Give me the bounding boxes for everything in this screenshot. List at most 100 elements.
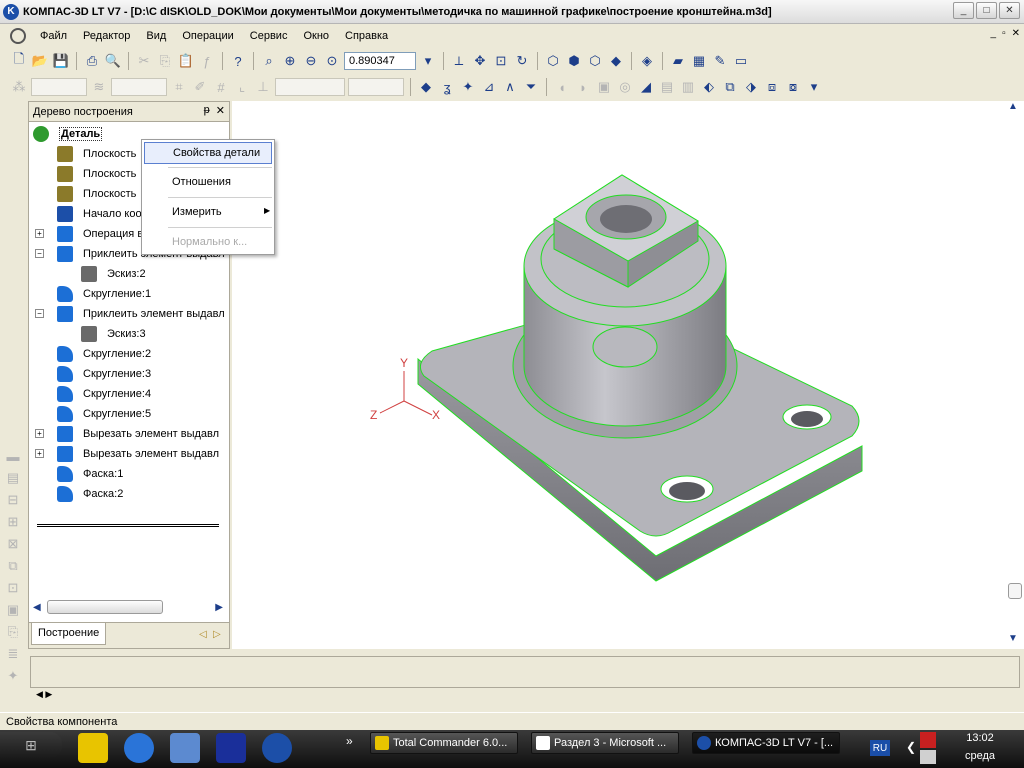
tree-item[interactable]: Скругление:1 xyxy=(57,284,151,304)
geometry-icon[interactable]: ▬ xyxy=(4,447,22,465)
draft-tool-icon[interactable]: ▤ xyxy=(658,78,676,96)
lib-icon[interactable]: ≣ xyxy=(4,645,22,663)
measure-icon[interactable]: ⊿ xyxy=(480,78,498,96)
ctx-relations[interactable]: Отношения xyxy=(144,171,272,193)
scroll-right-icon[interactable]: ▶ xyxy=(215,602,223,613)
spline-icon[interactable]: ʓ xyxy=(438,78,456,96)
select-icon[interactable]: ⊡ xyxy=(4,579,22,597)
quicklaunch-floppy-icon[interactable] xyxy=(216,733,246,763)
zoom-out-icon[interactable]: ⊖ xyxy=(302,52,320,70)
angle-icon[interactable]: ∧ xyxy=(501,78,519,96)
shell-tool-icon[interactable]: ▣ xyxy=(595,78,613,96)
edit-icon[interactable]: ▤ xyxy=(4,469,22,487)
point-icon[interactable]: ⌗ xyxy=(170,78,188,96)
hidden-thin-icon[interactable]: ⬡ xyxy=(586,52,604,70)
perspective-icon[interactable]: ◈ xyxy=(638,52,656,70)
zoom-in-icon[interactable]: ⊕ xyxy=(281,52,299,70)
menu-file[interactable]: Файл xyxy=(32,30,75,42)
section-tool-icon[interactable]: ⧉ xyxy=(721,78,739,96)
boolean-tool-icon[interactable]: ⬗ xyxy=(742,78,760,96)
x-coordinate-field[interactable] xyxy=(275,78,345,96)
measure-panel-icon[interactable]: ⧉ xyxy=(4,557,22,575)
display-mode-icon[interactable]: ▭ xyxy=(732,52,750,70)
menu-help[interactable]: Справка xyxy=(337,30,396,42)
doc-restore-button[interactable]: ▫ xyxy=(1002,28,1006,39)
dimension-icon[interactable]: ⊟ xyxy=(4,491,22,509)
chevron-down-icon[interactable]: ▾ xyxy=(805,78,823,96)
print-icon[interactable]: ⎙ xyxy=(83,52,101,70)
tree-item[interactable]: Деталь xyxy=(33,124,103,144)
maximize-button[interactable]: □ xyxy=(976,2,997,19)
task-word[interactable]: Раздел 3 - Microsoft ... xyxy=(531,732,679,754)
help-pointer-icon[interactable]: ? xyxy=(229,52,247,70)
hidden-lines-icon[interactable]: ⬢ xyxy=(565,52,583,70)
report-icon[interactable]: ⎘ xyxy=(4,623,22,641)
tray-expand-icon[interactable]: ❮ xyxy=(906,740,916,754)
pin-icon[interactable]: ᵽ xyxy=(204,104,210,117)
zoom-scale-icon[interactable]: ⊙ xyxy=(323,52,341,70)
pattern-tool-icon[interactable]: ⧈ xyxy=(763,78,781,96)
doc-minimize-button[interactable]: _ xyxy=(991,28,997,39)
tree-item[interactable]: Плоскость xyxy=(57,144,136,164)
quicklaunch-desktop-icon[interactable] xyxy=(170,733,200,763)
save-icon[interactable]: 💾 xyxy=(52,52,70,70)
tree-item[interactable]: − Приклеить элемент выдавл xyxy=(35,304,225,324)
ctx-measure[interactable]: Измерить xyxy=(144,201,272,223)
new-document-icon[interactable]: 🗋 xyxy=(10,51,28,70)
tree-item[interactable]: Скругление:4 xyxy=(57,384,151,404)
symbol-icon[interactable]: ⊞ xyxy=(4,513,22,531)
fit-all-icon[interactable]: ⊡ xyxy=(492,52,510,70)
tree-item[interactable]: Фаска:1 xyxy=(57,464,123,484)
tree-expander-icon[interactable]: + xyxy=(35,429,44,438)
menu-window[interactable]: Окно xyxy=(295,30,337,42)
tree-item[interactable]: Плоскость xyxy=(57,164,136,184)
tree-item[interactable]: Эскиз:3 xyxy=(81,324,146,344)
menu-view[interactable]: Вид xyxy=(138,30,174,42)
cut-icon[interactable]: ✂ xyxy=(135,52,153,70)
part-properties-icon[interactable]: ▰ xyxy=(669,52,687,70)
rotate-icon[interactable]: ↻ xyxy=(513,52,531,70)
tree-item[interactable]: Эскиз:2 xyxy=(81,264,146,284)
menu-editor[interactable]: Редактор xyxy=(75,30,138,42)
task-total-commander[interactable]: Total Commander 6.0... xyxy=(370,732,518,754)
orientation-icon[interactable]: ⟂ xyxy=(450,52,468,70)
scroll-thumb[interactable] xyxy=(46,600,163,614)
tree-expander-icon[interactable]: − xyxy=(35,309,44,318)
library-tool-icon[interactable]: ⧇ xyxy=(784,78,802,96)
shaded-icon[interactable]: ◆ xyxy=(607,52,625,70)
wireframe-icon[interactable]: ⬡ xyxy=(544,52,562,70)
tree-horizontal-scrollbar[interactable]: ◀ ▶ xyxy=(33,599,223,615)
rib-tool-icon[interactable]: ◢ xyxy=(637,78,655,96)
property-bar[interactable] xyxy=(30,656,1020,688)
local-cs-icon[interactable]: ⌞ xyxy=(233,78,251,96)
y-coordinate-field[interactable] xyxy=(348,78,404,96)
zoom-scale-field[interactable]: 0.890347 xyxy=(344,52,416,70)
tree-item[interactable]: + Вырезать элемент выдавл xyxy=(35,424,219,444)
spec-icon[interactable]: ▣ xyxy=(4,601,22,619)
menu-operations[interactable]: Операции xyxy=(174,30,241,42)
panel-close-icon[interactable]: ✕ xyxy=(216,104,225,117)
tree-expander-icon[interactable]: + xyxy=(35,229,44,238)
param-icon[interactable]: ✦ xyxy=(4,667,22,685)
style-combo[interactable] xyxy=(111,78,167,96)
colour-icon[interactable]: ✎ xyxy=(711,52,729,70)
task-kompas[interactable]: КОМПАС-3D LT V7 - [... xyxy=(692,732,840,754)
tree-item[interactable]: Начало коор xyxy=(57,204,148,224)
point-3d-icon[interactable]: ✦ xyxy=(459,78,477,96)
ortho-icon[interactable]: ⊥ xyxy=(254,78,272,96)
scroll-down-icon[interactable]: ▼ xyxy=(1008,633,1018,644)
tree-item[interactable]: Фаска:2 xyxy=(57,484,123,504)
paste-icon[interactable]: 📋 xyxy=(177,52,195,70)
tree-item[interactable]: + Операция в xyxy=(35,224,143,244)
quicklaunch-tc-icon[interactable] xyxy=(78,733,108,763)
hole-tool-icon[interactable]: ◎ xyxy=(616,78,634,96)
filter-icon[interactable]: ⏷ xyxy=(522,78,540,96)
scroll-up-icon[interactable]: ▲ xyxy=(1008,101,1018,112)
tab-prev-icon[interactable]: ◁ xyxy=(199,629,207,640)
property-bar-arrows[interactable]: ◀ ▶ xyxy=(36,689,52,700)
fillet-tool-icon[interactable]: ◖ xyxy=(553,78,571,96)
kompas-app-icon[interactable]: K xyxy=(3,3,19,20)
formula-icon[interactable]: ƒ xyxy=(198,52,216,70)
tree-item[interactable]: Скругление:2 xyxy=(57,344,151,364)
print-preview-icon[interactable]: 🔍 xyxy=(104,52,122,70)
